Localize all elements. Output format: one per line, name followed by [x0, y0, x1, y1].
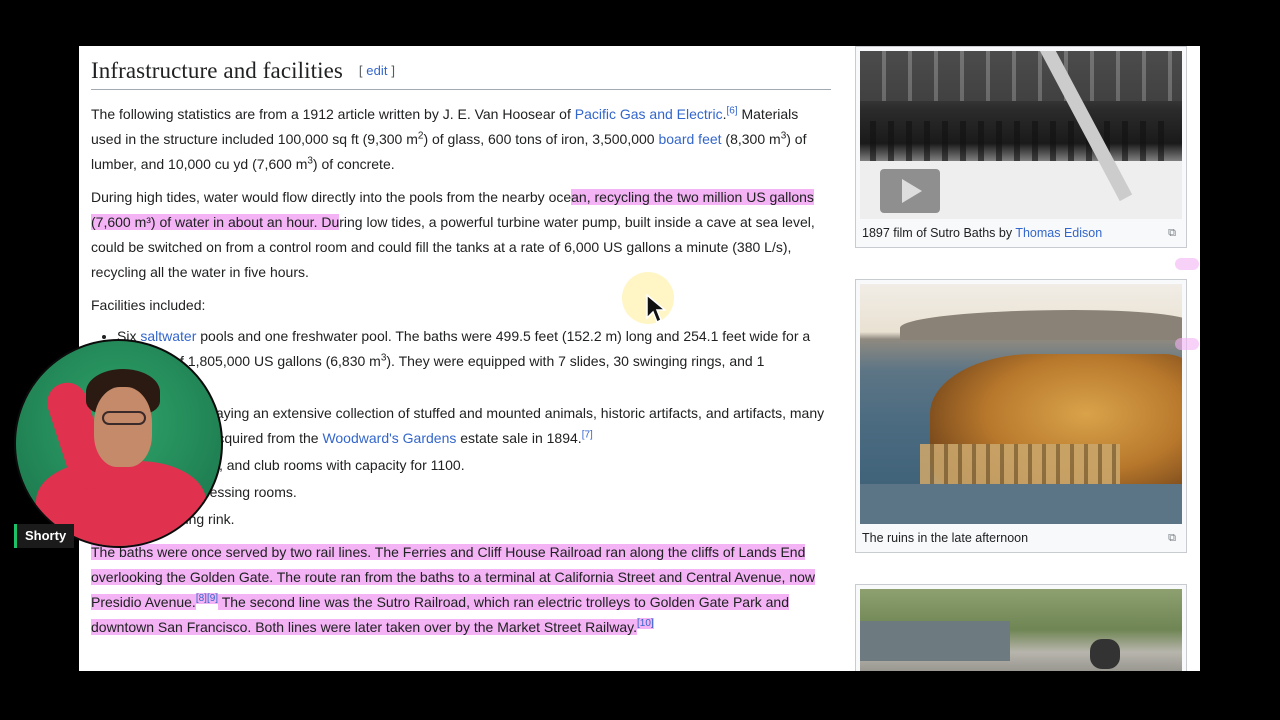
photo-visitors: [1090, 639, 1120, 669]
edit-bracket-close: ]: [387, 63, 396, 78]
section-title: Infrastructure and facilities: [91, 58, 343, 83]
text: , and club rooms with capacity for 1100.: [218, 457, 465, 473]
image-sidebar: 1897 film of Sutro Baths by Thomas Ediso…: [855, 46, 1199, 671]
edit-link[interactable]: edit: [366, 63, 387, 78]
rocks-photo[interactable]: [860, 589, 1182, 671]
enlarge-icon[interactable]: ⧉: [1168, 530, 1176, 546]
film-people: [870, 121, 1170, 161]
presenter-name-tag: Shorty: [14, 524, 75, 548]
link-saltwater[interactable]: saltwater: [140, 328, 196, 344]
facilities-intro: Facilities included:: [91, 297, 206, 313]
figure-caption: 1897 film of Sutro Baths by Thomas Ediso…: [860, 219, 1182, 243]
list-item: Six saltwater pools and one freshwater p…: [117, 324, 831, 399]
list-item: An ice skating rink.: [117, 507, 831, 532]
text: The following statistics are from a 1912…: [91, 106, 575, 122]
photo-ruins: [920, 444, 1120, 484]
paragraph-tides: During high tides, water would flow dire…: [91, 185, 831, 285]
link-pacific-gas-electric[interactable]: Pacific Gas and Electric: [575, 106, 723, 122]
text: (8,300 m: [721, 131, 781, 147]
paragraph-rail-lines: The baths were once served by two rail l…: [91, 540, 831, 640]
caption-text: The ruins in the late afternoon: [862, 531, 1029, 545]
list-item: Hundreds of dressing rooms.: [117, 480, 831, 505]
link-woodwards-gardens[interactable]: Woodward's Gardens: [322, 430, 456, 446]
text: ) of concrete.: [312, 156, 395, 172]
facilities-list: Six saltwater pools and one freshwater p…: [117, 324, 831, 532]
paragraph-statistics: The following statistics are from a 1912…: [91, 102, 831, 177]
text: ) of glass, 600 tons of iron, 3,500,000: [423, 131, 659, 147]
figure-ruins: The ruins in the late afternoon ⧉: [855, 279, 1187, 553]
enlarge-icon[interactable]: ⧉: [1168, 225, 1176, 241]
presenter-head: [94, 387, 152, 467]
list-item: An amphitheater, and club rooms with cap…: [117, 453, 831, 478]
photo-hills: [900, 310, 1182, 340]
figure-caption: The ruins in the late afternoon ⧉: [860, 524, 1182, 548]
arrow-cursor-icon: [646, 294, 666, 324]
figure-film: 1897 film of Sutro Baths by Thomas Ediso…: [855, 46, 1187, 248]
film-roof: [860, 51, 1182, 101]
section-heading: Infrastructure and facilities [ edit ]: [91, 56, 831, 90]
wikipedia-page: Infrastructure and facilities [ edit ] T…: [79, 46, 1200, 671]
reference-8-9[interactable]: [8][9]: [195, 593, 219, 605]
article-content: Infrastructure and facilities [ edit ] T…: [91, 56, 831, 648]
reference-7[interactable]: [7]: [582, 429, 593, 440]
presenter-glasses: [102, 411, 146, 425]
ruins-photo[interactable]: [860, 284, 1182, 524]
webcam-overlay: [14, 339, 223, 548]
reference-6[interactable]: [6]: [726, 105, 737, 116]
film-thumbnail[interactable]: [860, 51, 1182, 219]
edit-section: [ edit ]: [359, 63, 395, 78]
text: During high tides, water would flow dire…: [91, 189, 572, 205]
text: estate sale in 1894.: [456, 430, 582, 446]
link-thomas-edison[interactable]: Thomas Edison: [1015, 226, 1102, 240]
photo-water: [860, 484, 1182, 524]
highlight-mark: [1175, 338, 1199, 350]
play-icon[interactable]: [880, 169, 940, 213]
caption-text: 1897 film of Sutro Baths by: [862, 226, 1016, 240]
figure-rocks: [855, 584, 1187, 671]
link-board-feet[interactable]: board feet: [658, 131, 721, 147]
reference-10[interactable]: [10]: [637, 618, 654, 630]
photo-sign: [860, 621, 1010, 661]
list-item: A museum displaying an extensive collect…: [117, 401, 831, 451]
highlight-mark: [1175, 258, 1199, 270]
